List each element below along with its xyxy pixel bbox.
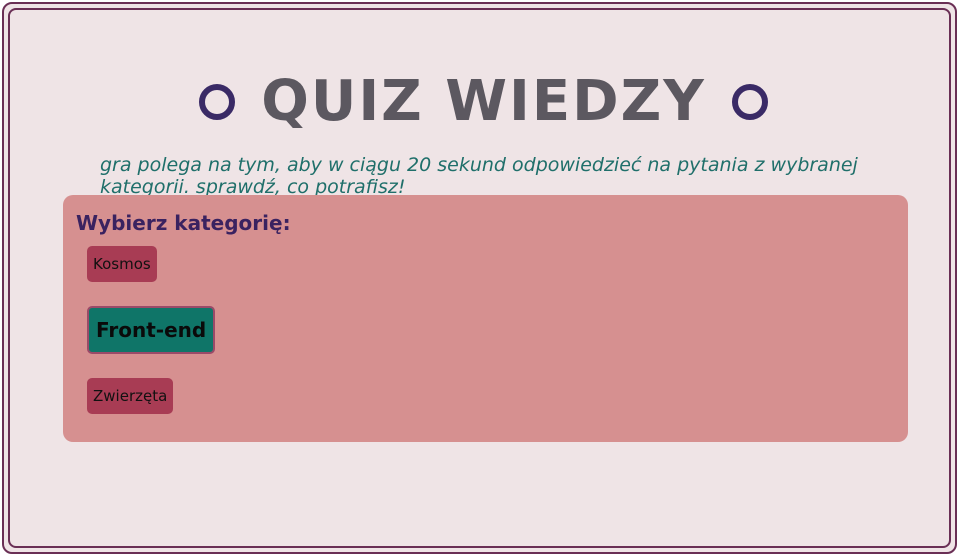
category-panel: Wybierz kategorię: Kosmos Front-end Zwie… bbox=[63, 195, 908, 442]
app-frame-inner: QUIZ WIEDZY gra polega na tym, aby w cią… bbox=[8, 8, 951, 548]
ring-icon bbox=[199, 84, 236, 120]
game-description: gra polega na tym, aby w ciągu 20 sekund… bbox=[100, 154, 858, 198]
app-frame-outer: QUIZ WIEDZY gra polega na tym, aby w cią… bbox=[2, 2, 957, 554]
ring-icon bbox=[731, 84, 768, 120]
category-button-zwierzeta[interactable]: Zwierzęta bbox=[87, 378, 174, 414]
category-button-kosmos[interactable]: Kosmos bbox=[87, 246, 157, 282]
category-heading: Wybierz kategorię: bbox=[76, 211, 291, 235]
category-button-front-end[interactable]: Front-end bbox=[87, 306, 216, 354]
page-title: QUIZ WIEDZY bbox=[261, 69, 706, 134]
title-row: QUIZ WIEDZY bbox=[10, 66, 957, 138]
